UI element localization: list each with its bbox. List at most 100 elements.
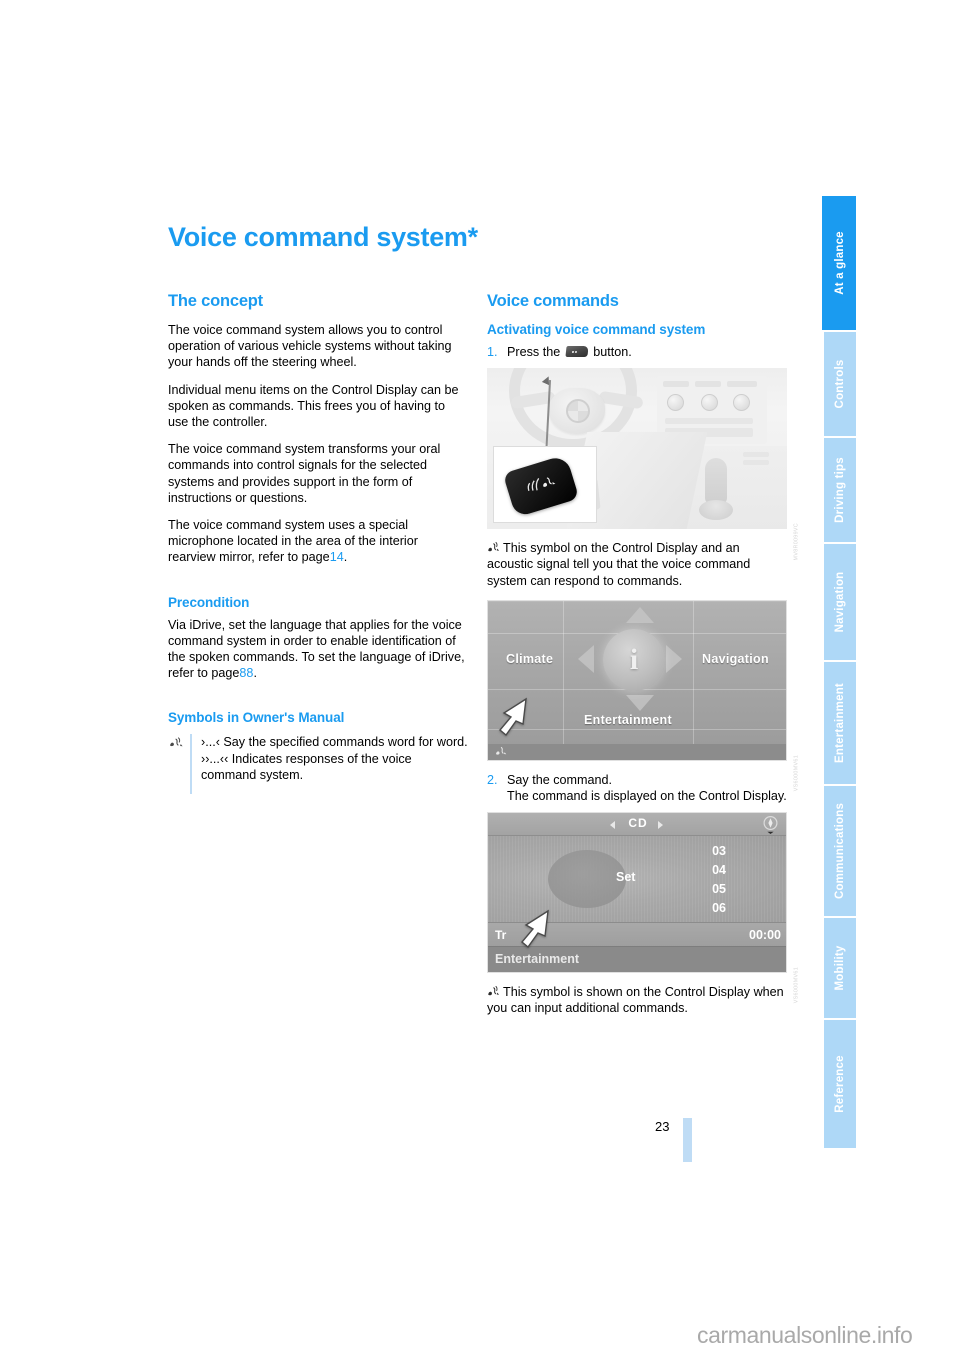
voice-command-icon [487, 985, 500, 999]
pointer-arrow-icon [499, 697, 527, 736]
section-heading-the-concept: The concept [168, 292, 263, 310]
microphone-text-pre: The voice command system uses a special … [168, 518, 418, 565]
manual-page: Voice command system* The concept The vo… [0, 0, 960, 1310]
voice-command-icon [168, 734, 190, 794]
cd-track-list[interactable]: 03 04 05 06 [712, 842, 726, 918]
cd-set-label[interactable]: Set [616, 870, 635, 884]
tab-label: Mobility [834, 945, 846, 991]
cd-disc-graphic [548, 850, 626, 909]
voice-command-button-icon [565, 346, 589, 357]
idrive-info-hub-icon[interactable] [603, 628, 665, 691]
figure-idrive-menu: Climate Navigation Entertainment [487, 599, 799, 791]
cd-track-label: Tr [495, 928, 507, 943]
page-title: Voice command system* [168, 222, 478, 252]
step-2-number: 2. [487, 772, 498, 787]
page-marker-bar [683, 1118, 692, 1162]
symbols-note-block: ›...‹ Say the specified commands word fo… [168, 732, 468, 795]
page-reference-88[interactable]: 88 [239, 666, 253, 680]
page-number: 23 [655, 1119, 670, 1134]
step-2-text: Say the command. The command is displaye… [507, 772, 787, 804]
precondition-text-post: . [253, 666, 257, 681]
tab-label: Reference [834, 1055, 846, 1113]
voice-command-icon [495, 745, 507, 760]
precondition-paragraph: Via iDrive, set the language that applie… [168, 617, 468, 682]
tab-navigation[interactable]: Navigation [822, 544, 856, 660]
step-1-number: 1. [487, 345, 498, 359]
concept-paragraph-3: The voice command system transforms your… [168, 442, 441, 505]
voice-command-button-detail [502, 454, 580, 518]
step-2: 2. Say the command. The command is displ… [487, 772, 787, 804]
cd-elapsed-time: 00:00 [749, 928, 781, 943]
dashboard-illustration [487, 368, 787, 530]
idrive-main-menu-screenshot: Climate Navigation Entertainment [487, 599, 787, 761]
note-divider [190, 734, 192, 795]
step-1: 1. Press the button. [487, 344, 787, 360]
cd-footer: Entertainment [488, 946, 786, 973]
concept-paragraph-2: Individual menu items on the Control Dis… [168, 382, 459, 430]
gear-shifter [699, 458, 733, 521]
tab-driving-tips[interactable]: Driving tips [822, 438, 856, 542]
section-heading-precondition: Precondition [168, 594, 250, 610]
step-1-text-post: button. [593, 345, 632, 359]
cd-header: CD [488, 813, 786, 837]
step-1-text-pre: Press the [507, 345, 561, 359]
tab-label: Entertainment [834, 683, 846, 763]
idrive-menu-entertainment[interactable]: Entertainment [584, 713, 672, 727]
step-2-line-2: The command is displayed on the Control … [507, 789, 787, 804]
left-column: The concept The voice command system all… [168, 292, 468, 795]
idrive-menu-climate[interactable]: Climate [506, 652, 553, 666]
idrive-grid: Climate Navigation Entertainment [488, 600, 786, 746]
caption-1: This symbol on the Control Display and a… [487, 540, 787, 589]
compass-icon [763, 816, 778, 835]
right-column: Voice commands Activating voice command … [487, 292, 799, 1017]
cd-track-item[interactable]: 06 [712, 899, 726, 918]
step-2-line-1: Say the command. [507, 772, 612, 787]
caption-2-text: This symbol is shown on the Control Disp… [487, 985, 784, 1016]
cd-track-item[interactable]: 03 [712, 842, 726, 861]
pointer-arrow-icon [521, 909, 549, 949]
step-1-text: Press the button. [507, 344, 787, 360]
tab-communications[interactable]: Communications [822, 786, 856, 916]
tab-label: Communications [834, 802, 846, 900]
symbols-line-1: ›...‹ Say the specified commands word fo… [201, 735, 468, 750]
cd-player-screenshot: CD Set 03 04 05 06 Tr 00:00 Entertainmen… [487, 812, 787, 974]
figure-id-code: VS6000MV61 [793, 754, 799, 792]
section-heading-symbols: Symbols in Owner's Manual [168, 710, 345, 726]
page-reference-14[interactable]: 14 [330, 550, 344, 564]
precondition-text-pre: Via iDrive, set the language that applie… [168, 617, 465, 681]
figure-id-code: VS6000MV61 [793, 967, 799, 1004]
tab-at-a-glance[interactable]: At a glance [822, 196, 856, 330]
figure-id-code: MV8R0099VC [793, 523, 799, 561]
figure-dashboard: MV8R0099VC [487, 368, 799, 561]
cd-footer-label: Entertainment [495, 952, 580, 967]
voice-command-icon [487, 541, 500, 555]
caption-1-text: This symbol on the Control Display and a… [487, 541, 751, 588]
microphone-text-post: . [343, 550, 348, 565]
steering-wheel-hub [549, 388, 605, 435]
cd-track-item[interactable]: 04 [712, 861, 726, 880]
section-heading-activating: Activating voice command system [487, 322, 706, 337]
tab-controls[interactable]: Controls [822, 332, 856, 436]
watermark: carmanualsonline.info [697, 1322, 913, 1348]
next-source-icon[interactable] [658, 821, 663, 830]
tab-reference[interactable]: Reference [822, 1020, 856, 1148]
concept-paragraph-1: The voice command system allows you to c… [168, 323, 452, 370]
symbols-line-2: ››...‹‹ Indicates responses of the voice… [201, 751, 412, 782]
figure-cd-screen: CD Set 03 04 05 06 Tr 00:00 Entertainmen… [487, 812, 799, 1003]
cd-track-item[interactable]: 05 [712, 880, 726, 899]
caption-2: This symbol is shown on the Control Disp… [487, 984, 787, 1016]
tab-label: At a glance [834, 231, 846, 295]
cd-source-title: CD [628, 816, 648, 831]
idrive-status-bar [488, 743, 786, 760]
voice-button-inset [493, 446, 597, 524]
chapter-tab-rail: At a glance Controls Driving tips Naviga… [822, 196, 856, 1148]
symbols-note-text: ›...‹ Say the specified commands word fo… [201, 734, 468, 794]
concept-microphone-paragraph: The voice command system uses a special … [168, 517, 468, 566]
section-heading-voice-commands: Voice commands [487, 292, 619, 310]
tab-mobility[interactable]: Mobility [822, 918, 856, 1018]
tab-label: Navigation [834, 571, 846, 633]
tab-label: Controls [834, 359, 846, 409]
idrive-menu-navigation[interactable]: Navigation [702, 652, 769, 666]
tab-label: Driving tips [834, 457, 846, 523]
tab-entertainment[interactable]: Entertainment [822, 662, 856, 784]
